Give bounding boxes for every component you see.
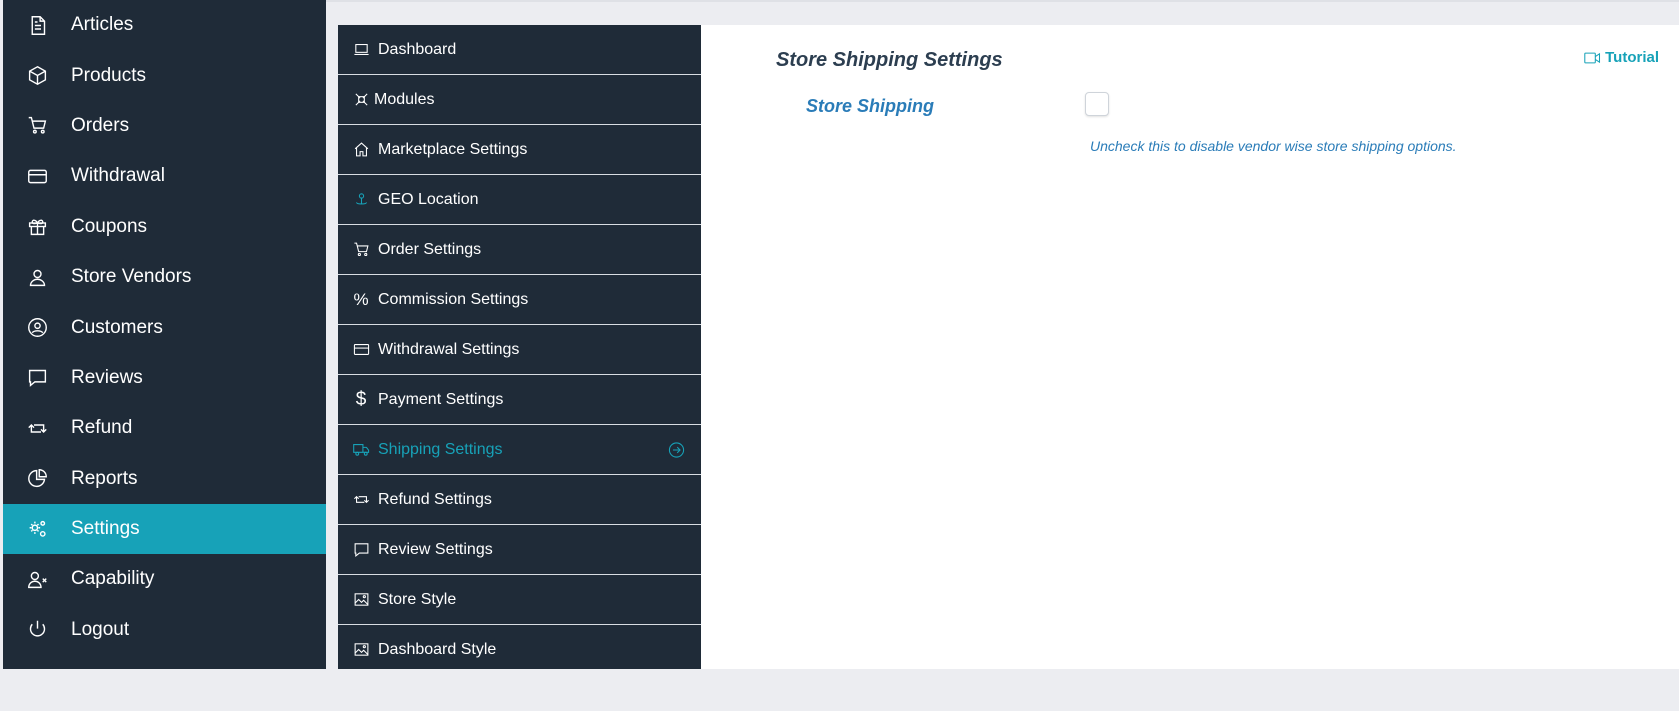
comment-icon <box>350 541 372 558</box>
store-shipping-hint: Uncheck this to disable vendor wise stor… <box>1090 138 1457 154</box>
sidebar-item-coupons[interactable]: Coupons <box>3 202 326 252</box>
sidebar-item-store-vendors[interactable]: Store Vendors <box>3 252 326 302</box>
sidebar-item-label: Store Vendors <box>71 266 192 288</box>
sidebar-item-label: Settings <box>71 518 140 540</box>
video-camera-icon <box>1584 52 1601 63</box>
sidebar-item-label: Logout <box>71 618 130 640</box>
retweet-icon <box>22 418 52 439</box>
sidebar-item-label: Articles <box>71 14 134 36</box>
settings-item-review[interactable]: Review Settings <box>338 525 701 575</box>
credit-card-icon <box>22 166 52 187</box>
settings-item-refund[interactable]: Refund Settings <box>338 475 701 525</box>
modules-icon <box>350 91 372 108</box>
sidebar-item-refund[interactable]: Refund <box>3 403 326 453</box>
power-icon <box>22 619 52 640</box>
settings-item-payment[interactable]: $ Payment Settings <box>338 375 701 425</box>
settings-submenu: Dashboard Modules Marketplace Settings G… <box>338 25 701 669</box>
settings-item-label: Review Settings <box>378 540 493 558</box>
sidebar-item-products[interactable]: Products <box>3 50 326 100</box>
settings-item-label: Dashboard Style <box>378 640 497 658</box>
user-times-icon <box>22 569 52 590</box>
sidebar-item-customers[interactable]: Customers <box>3 302 326 352</box>
settings-item-geo-location[interactable]: GEO Location <box>338 175 701 225</box>
cube-icon <box>22 65 52 86</box>
sidebar-item-label: Reviews <box>71 366 143 388</box>
image-icon <box>350 641 372 658</box>
settings-item-withdrawal[interactable]: Withdrawal Settings <box>338 325 701 375</box>
settings-item-label: Shipping Settings <box>378 440 503 458</box>
sidebar-item-logout[interactable]: Logout <box>3 605 326 655</box>
cart-icon <box>350 241 372 258</box>
laptop-icon <box>350 41 372 58</box>
store-shipping-label: Store Shipping <box>806 96 934 116</box>
cogs-icon <box>22 519 52 540</box>
settings-item-store-style[interactable]: Store Style <box>338 575 701 625</box>
tutorial-label: Tutorial <box>1605 49 1659 66</box>
document-icon <box>22 15 52 36</box>
sidebar-item-reports[interactable]: Reports <box>3 454 326 504</box>
settings-item-label: Commission Settings <box>378 290 529 308</box>
image-icon <box>350 591 372 608</box>
settings-item-label: Store Style <box>378 590 457 608</box>
settings-item-commission[interactable]: % Commission Settings <box>338 275 701 325</box>
pie-chart-icon <box>22 468 52 489</box>
sidebar-item-capability[interactable]: Capability <box>3 554 326 604</box>
arrow-circle-right-icon <box>668 441 685 458</box>
cart-icon <box>22 115 52 136</box>
settings-item-dashboard[interactable]: Dashboard <box>338 25 701 75</box>
settings-item-label: Dashboard <box>378 40 457 58</box>
credit-card-icon <box>350 341 372 358</box>
sidebar-item-label: Orders <box>71 114 130 136</box>
sidebar-item-label: Refund <box>71 417 133 439</box>
sidebar-item-orders[interactable]: Orders <box>3 101 326 151</box>
main-sidebar: Articles Products Orders Withdrawal Coup… <box>3 0 326 669</box>
settings-content-panel: Store Shipping Settings Tutorial Store S… <box>701 25 1679 669</box>
page-title: Store Shipping Settings <box>776 49 1003 71</box>
settings-item-order[interactable]: Order Settings <box>338 225 701 275</box>
sidebar-item-label: Reports <box>71 467 138 489</box>
user-icon <box>22 267 52 288</box>
tutorial-link[interactable]: Tutorial <box>1584 49 1659 66</box>
map-marker-icon <box>350 191 372 208</box>
sidebar-item-label: Capability <box>71 568 155 590</box>
settings-item-label: Order Settings <box>378 240 482 258</box>
comment-icon <box>22 367 52 388</box>
user-circle-icon <box>22 317 52 338</box>
settings-item-label: GEO Location <box>378 190 479 208</box>
dollar-icon: $ <box>355 388 367 410</box>
settings-item-label: Withdrawal Settings <box>378 340 520 358</box>
truck-icon <box>350 441 372 458</box>
sidebar-item-label: Coupons <box>71 215 148 237</box>
sidebar-item-label: Products <box>71 64 146 86</box>
settings-item-marketplace[interactable]: Marketplace Settings <box>338 125 701 175</box>
top-strip <box>326 0 1679 25</box>
gift-icon <box>22 216 52 237</box>
settings-item-shipping[interactable]: Shipping Settings <box>338 425 701 475</box>
home-icon <box>350 141 372 158</box>
settings-item-label: Payment Settings <box>378 390 504 408</box>
sidebar-item-label: Withdrawal <box>71 165 165 187</box>
settings-item-label: Marketplace Settings <box>378 140 528 158</box>
percent-icon: % <box>353 289 369 309</box>
settings-item-modules[interactable]: Modules <box>338 75 701 125</box>
sidebar-item-withdrawal[interactable]: Withdrawal <box>3 151 326 201</box>
settings-item-label: Modules <box>374 90 435 108</box>
settings-item-dashboard-style[interactable]: Dashboard Style <box>338 625 701 669</box>
store-shipping-checkbox[interactable] <box>1085 92 1109 116</box>
sidebar-item-label: Customers <box>71 316 163 338</box>
sidebar-item-settings[interactable]: Settings <box>3 503 326 555</box>
settings-item-label: Refund Settings <box>378 490 492 508</box>
sidebar-item-articles[interactable]: Articles <box>3 0 326 50</box>
sidebar-item-reviews[interactable]: Reviews <box>3 353 326 403</box>
retweet-icon <box>350 491 372 508</box>
